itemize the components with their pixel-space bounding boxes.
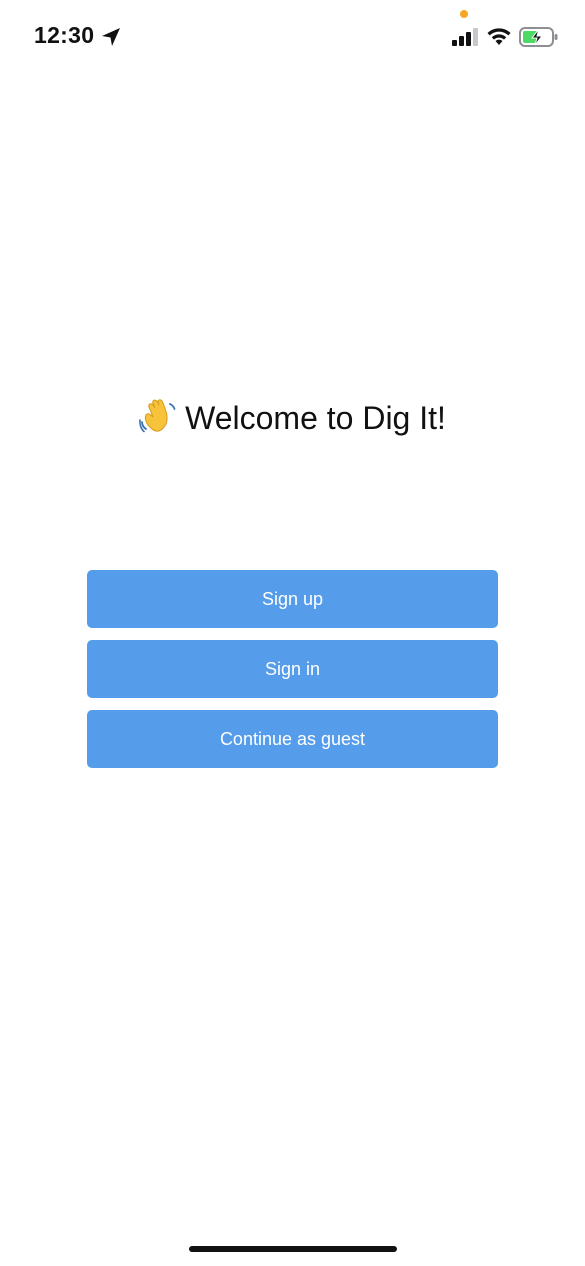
sign-up-label: Sign up: [261, 588, 324, 609]
home-indicator[interactable]: [189, 1246, 397, 1252]
continue-as-guest-button[interactable]: Continue as guest: [87, 710, 498, 768]
sign-up-button[interactable]: Sign up: [87, 570, 498, 628]
welcome-heading: Welcome to Dig It!: [0, 398, 585, 437]
status-time: 12:30: [34, 22, 95, 48]
continue-as-guest-label: Continue as guest: [219, 728, 366, 749]
status-bar: 12:30: [0, 0, 585, 76]
privacy-indicator-dot: [460, 10, 468, 18]
wifi-icon: [487, 28, 511, 45]
sign-in-button[interactable]: Sign in: [87, 640, 498, 698]
welcome-title: Welcome to Dig It!: [185, 400, 446, 436]
cellular-signal-icon: [452, 28, 478, 46]
battery-charging-icon: [519, 27, 558, 47]
waving-hand-icon: [139, 399, 176, 433]
location-arrow-icon: [102, 28, 120, 46]
sign-in-label: Sign in: [264, 658, 321, 679]
